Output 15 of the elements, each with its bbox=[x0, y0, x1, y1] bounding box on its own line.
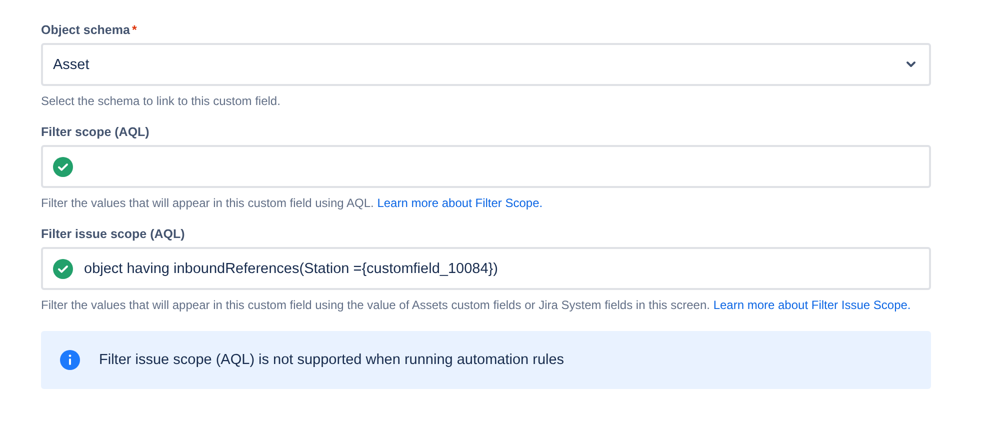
required-mark: * bbox=[132, 22, 137, 39]
aql-input-field[interactable] bbox=[41, 145, 931, 188]
info-icon bbox=[60, 350, 80, 370]
field-label: Filter scope (AQL) bbox=[41, 124, 150, 141]
help-text: Select the schema to link to this custom field. bbox=[41, 93, 282, 110]
help-text: Filter the values that will appear in this custom field using the value of Assets custom fields or Jira System fields in this screen. Learn more about Filter Issue Scope. bbox=[41, 297, 912, 314]
learn-more-link[interactable]: Learn more about Filter Scope. bbox=[377, 196, 543, 210]
field-label: Filter issue scope (AQL) bbox=[41, 226, 185, 243]
chevron-down-icon bbox=[906, 61, 916, 68]
help-text: Filter the values that will appear in this custom field using AQL. Learn more about Filter Scope. bbox=[41, 195, 544, 212]
field-label: Object schema bbox=[41, 22, 130, 39]
learn-more-link[interactable]: Learn more about Filter Issue Scope. bbox=[713, 298, 911, 312]
aql-input-field[interactable]: object having inboundReferences(Station ={customfield_10084}) bbox=[41, 247, 931, 290]
info-message: Filter issue scope (AQL) is not supported when running automation rules bbox=[99, 352, 564, 368]
schema-select[interactable]: Asset bbox=[41, 43, 931, 86]
